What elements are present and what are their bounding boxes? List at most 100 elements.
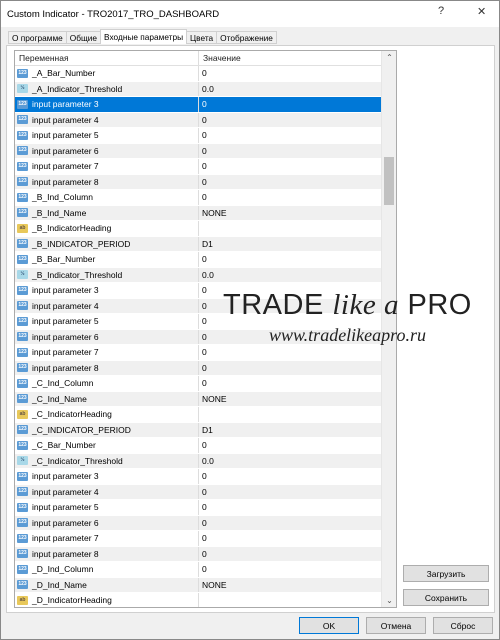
close-button[interactable]: ✕ — [477, 5, 486, 18]
parameter-name-cell: 123 _C_Ind_Column — [15, 376, 199, 391]
table-row[interactable]: 123 input parameter 7 0 — [15, 345, 396, 361]
parameter-value[interactable]: 0.0 — [199, 454, 382, 469]
table-row[interactable]: 123 input parameter 4 0 — [15, 112, 396, 128]
parameter-value[interactable]: 0 — [199, 144, 382, 159]
parameter-value[interactable]: 0 — [199, 113, 382, 128]
parameter-value[interactable]: 0 — [199, 190, 382, 205]
table-row[interactable]: 123 input parameter 7 0 — [15, 531, 396, 547]
tab-2[interactable]: Входные параметры — [100, 29, 188, 44]
table-row[interactable]: 123 _C_INDICATOR_PERIOD D1 — [15, 422, 396, 438]
table-row[interactable]: 123 input parameter 8 0 — [15, 546, 396, 562]
table-row[interactable]: 123 input parameter 8 0 — [15, 174, 396, 190]
table-row[interactable]: ab _B_IndicatorHeading — [15, 221, 396, 237]
parameter-value[interactable]: 0 — [199, 361, 382, 376]
parameter-name: input parameter 7 — [32, 533, 99, 544]
parameter-value[interactable]: D1 — [199, 237, 382, 252]
reset-button[interactable]: Сброс — [433, 617, 493, 634]
table-row[interactable]: 123 _B_Bar_Number 0 — [15, 252, 396, 268]
integer-type-icon: 123 — [17, 425, 28, 435]
integer-type-icon: 123 — [17, 192, 28, 202]
parameter-value[interactable]: 0 — [199, 500, 382, 515]
integer-type-icon: 123 — [17, 363, 28, 373]
parameter-value[interactable]: 0 — [199, 438, 382, 453]
load-button[interactable]: Загрузить — [403, 565, 489, 582]
parameter-value[interactable]: 0 — [199, 159, 382, 174]
table-row[interactable]: 123 _B_INDICATOR_PERIOD D1 — [15, 236, 396, 252]
column-header-value[interactable]: Значение — [199, 51, 382, 65]
parameter-value[interactable]: 0 — [199, 469, 382, 484]
parameter-value[interactable]: 0.0 — [199, 82, 382, 97]
integer-type-icon: 123 — [17, 301, 28, 311]
parameter-value[interactable]: D1 — [199, 423, 382, 438]
table-row[interactable]: 123 input parameter 5 0 — [15, 128, 396, 144]
table-row[interactable]: 123 input parameter 5 0 — [15, 500, 396, 516]
parameter-name: _B_Bar_Number — [32, 254, 96, 265]
table-row[interactable]: 123 input parameter 3 0 — [15, 469, 396, 485]
dialog-window: Custom Indicator - TRO2017_TRO_DASHBOARD… — [0, 0, 500, 640]
parameter-name: input parameter 3 — [32, 285, 99, 296]
parameter-value[interactable]: 0 — [199, 128, 382, 143]
help-button[interactable]: ? — [438, 5, 444, 17]
parameter-value[interactable] — [199, 593, 382, 607]
parameter-value[interactable] — [199, 407, 382, 422]
column-header-variable[interactable]: Переменная — [15, 51, 199, 65]
tab-3[interactable]: Цвета — [186, 31, 218, 44]
parameter-name-cell: 123 input parameter 4 — [15, 112, 199, 127]
scroll-down-icon[interactable]: ⌄ — [382, 596, 396, 605]
tab-4[interactable]: Отображение — [216, 31, 277, 44]
parameter-value[interactable]: NONE — [199, 578, 382, 593]
integer-type-icon: 123 — [17, 564, 28, 574]
save-button[interactable]: Сохранить — [403, 589, 489, 606]
table-row[interactable]: 123 input parameter 7 0 — [15, 159, 396, 175]
parameter-value[interactable]: 0 — [199, 175, 382, 190]
parameter-value[interactable]: 0.0 — [199, 268, 382, 283]
parameter-name: _D_IndicatorHeading — [32, 595, 112, 606]
cancel-button[interactable]: Отмена — [366, 617, 426, 634]
table-row[interactable]: 123 _C_Ind_Column 0 — [15, 376, 396, 392]
parameter-name: _B_Ind_Column — [32, 192, 93, 203]
tab-0[interactable]: О программе — [8, 31, 67, 44]
parameter-value[interactable]: 0 — [199, 345, 382, 360]
parameter-value[interactable]: 0 — [199, 252, 382, 267]
table-row[interactable]: ½ _C_Indicator_Threshold 0.0 — [15, 453, 396, 469]
window-title: Custom Indicator - TRO2017_TRO_DASHBOARD — [7, 8, 220, 20]
parameter-value[interactable]: 0 — [199, 485, 382, 500]
table-row[interactable]: 123 _A_Bar_Number 0 — [15, 66, 396, 82]
parameter-value[interactable] — [199, 221, 382, 236]
parameter-value[interactable]: NONE — [199, 206, 382, 221]
table-row[interactable]: ab _D_IndicatorHeading — [15, 593, 396, 607]
parameter-value[interactable]: 0 — [199, 376, 382, 391]
parameter-name-cell: 123 input parameter 6 — [15, 515, 199, 530]
table-row[interactable]: 123 _B_Ind_Name NONE — [15, 205, 396, 221]
table-row[interactable]: 123 _B_Ind_Column 0 — [15, 190, 396, 206]
parameter-name: input parameter 7 — [32, 161, 99, 172]
string-type-icon: ab — [17, 595, 28, 605]
parameter-value[interactable]: 0 — [199, 562, 382, 577]
ok-button[interactable]: OK — [299, 617, 359, 634]
parameter-value[interactable]: 0 — [199, 531, 382, 546]
parameter-value[interactable]: NONE — [199, 392, 382, 407]
table-row[interactable]: ½ _B_Indicator_Threshold 0.0 — [15, 267, 396, 283]
table-row[interactable]: ab _C_IndicatorHeading — [15, 407, 396, 423]
parameter-value[interactable]: 0 — [199, 516, 382, 531]
table-row[interactable]: ½ _A_Indicator_Threshold 0.0 — [15, 81, 396, 97]
table-row[interactable]: 123 _C_Ind_Name NONE — [15, 391, 396, 407]
table-row[interactable]: 123 input parameter 6 0 — [15, 143, 396, 159]
table-row[interactable]: 123 _D_Ind_Column 0 — [15, 562, 396, 578]
parameter-name-cell: 123 input parameter 8 — [15, 174, 199, 189]
parameter-value[interactable]: 0 — [199, 97, 382, 112]
tab-1[interactable]: Общие — [65, 31, 102, 44]
parameter-name-cell: 123 _B_Bar_Number — [15, 252, 199, 267]
parameter-value[interactable]: 0 — [199, 66, 382, 81]
scroll-up-icon[interactable]: ⌃ — [382, 53, 396, 62]
parameter-name: input parameter 4 — [32, 300, 99, 311]
parameter-name: _B_Indicator_Threshold — [32, 269, 123, 280]
table-row[interactable]: 123 _D_Ind_Name NONE — [15, 577, 396, 593]
parameter-value[interactable]: 0 — [199, 547, 382, 562]
table-row[interactable]: 123 input parameter 4 0 — [15, 484, 396, 500]
table-row[interactable]: 123 _C_Bar_Number 0 — [15, 438, 396, 454]
table-row[interactable]: 123 input parameter 8 0 — [15, 360, 396, 376]
table-row[interactable]: 123 input parameter 6 0 — [15, 515, 396, 531]
table-row[interactable]: 123 input parameter 3 0 — [15, 97, 396, 113]
scrollbar-thumb[interactable] — [384, 157, 394, 205]
